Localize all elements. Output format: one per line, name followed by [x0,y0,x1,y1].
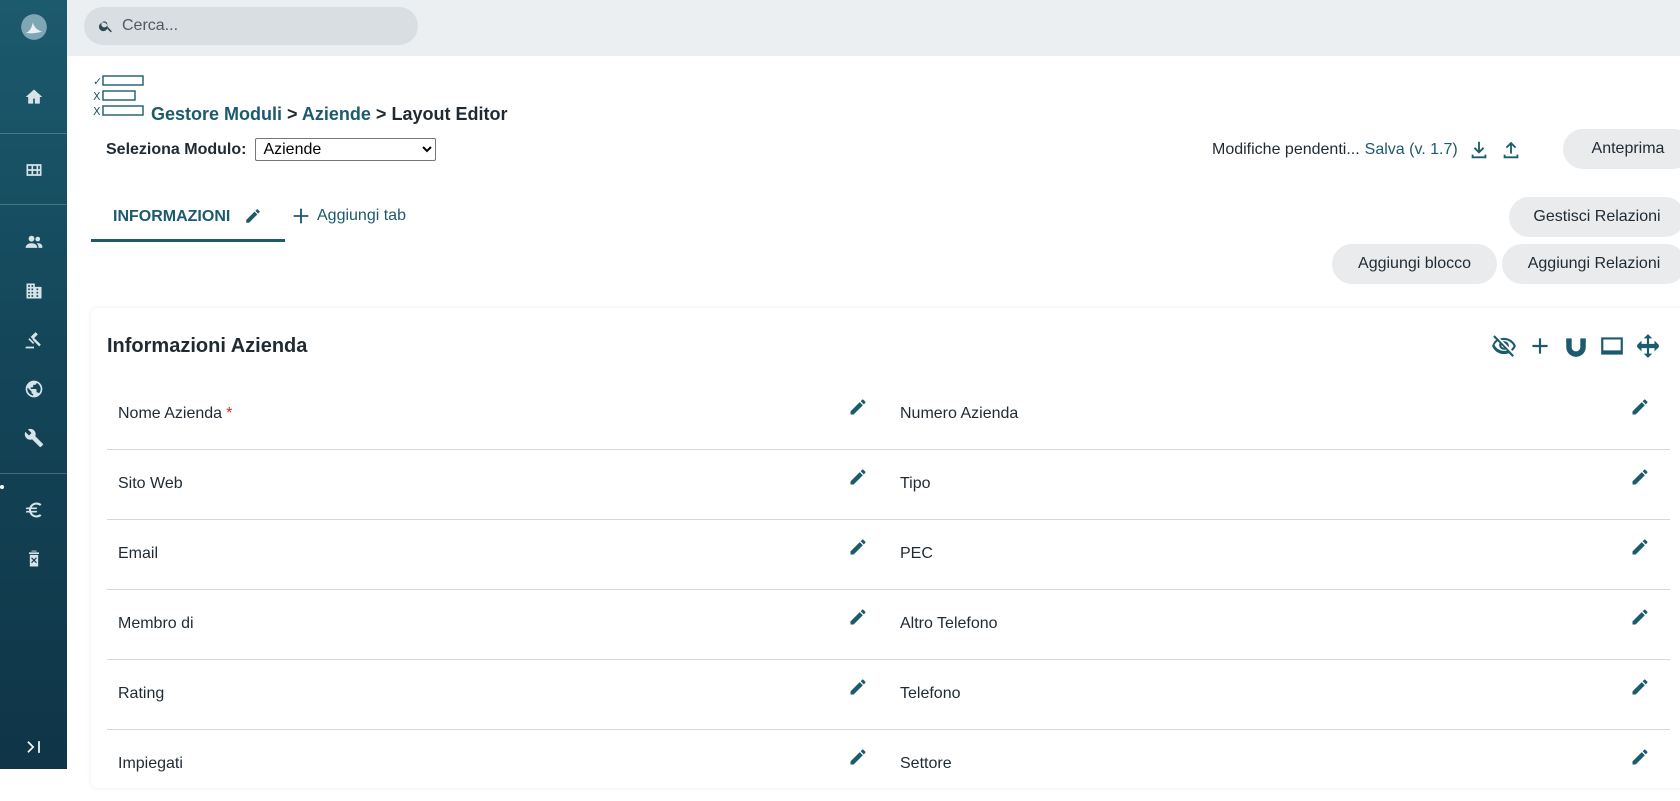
field-tipo[interactable]: Tipo [889,451,1670,521]
edit-icon[interactable] [1630,537,1650,557]
plus-icon [293,208,309,224]
sidebar-divider [0,204,67,205]
edit-icon[interactable] [848,537,868,557]
breadcrumb: Gestore Moduli > Aziende > Layout Editor [151,104,507,125]
magnet-icon[interactable] [1562,332,1590,360]
breadcrumb-current: Layout Editor [391,104,508,124]
gavel-icon[interactable] [0,325,67,355]
move-icon[interactable] [1634,332,1662,360]
field-rating[interactable]: Rating [107,661,889,731]
field-label: Settore [900,755,952,772]
block-title: Informazioni Azienda [107,335,308,357]
edit-icon[interactable] [1630,397,1650,417]
edit-icon[interactable] [848,607,868,627]
edit-tab-icon[interactable] [244,207,262,225]
field-pec[interactable]: PEC [889,521,1670,591]
required-marker: * [226,405,233,422]
add-field-icon[interactable] [1526,332,1554,360]
field-label: Nome Azienda [118,405,223,422]
field-label: Rating [118,685,165,702]
globe-icon[interactable] [0,374,67,404]
people-icon[interactable] [0,227,67,257]
upload-icon[interactable] [1500,139,1522,161]
svg-text:X: X [93,90,101,103]
module-layout-icon: ✓ X X [93,74,147,120]
pending-text: Modifiche pendenti... [1212,141,1360,158]
home-icon[interactable] [0,82,67,112]
svg-text:X: X [93,105,101,118]
svg-text:✓: ✓ [93,75,102,88]
field-telefono[interactable]: Telefono [889,661,1670,731]
row-divider [107,449,1670,450]
add-relations-button[interactable]: Aggiungi Relazioni [1502,244,1680,284]
hide-block-icon[interactable] [1490,332,1518,360]
field-label: Telefono [900,685,961,702]
edit-icon[interactable] [1630,607,1650,627]
module-select[interactable]: Aziende [255,138,437,161]
download-icon[interactable] [1468,139,1490,161]
edit-icon[interactable] [848,747,868,767]
field-sito-web[interactable]: Sito Web [107,451,889,521]
trash-icon[interactable] [0,544,67,574]
breadcrumb-aziende[interactable]: Aziende [302,104,371,124]
field-label: Tipo [900,475,931,492]
row-divider [107,519,1670,520]
edit-icon[interactable] [1630,677,1650,697]
field-membro-di[interactable]: Membro di [107,591,889,661]
field-altro-telefono[interactable]: Altro Telefono [889,591,1670,661]
app-logo-icon[interactable] [0,10,67,44]
edit-icon[interactable] [848,397,868,417]
manage-relations-button[interactable]: Gestisci Relazioni [1509,197,1680,237]
field-label: Numero Azienda [900,405,1019,422]
row-divider [107,589,1670,590]
add-tab-label: Aggiungi tab [317,207,406,224]
sidebar-divider [0,133,67,134]
layout-icon[interactable] [1598,332,1626,360]
building-icon[interactable] [0,276,67,306]
edit-icon[interactable] [1630,467,1650,487]
row-divider [107,729,1670,730]
module-select-row: Seleziona Modulo: Aziende [106,138,437,161]
active-indicator [0,485,4,489]
collapse-right-icon[interactable] [0,732,67,762]
field-numero-azienda[interactable]: Numero Azienda [889,381,1670,451]
edit-icon[interactable] [848,677,868,697]
add-tab-button[interactable]: Aggiungi tab [290,205,406,227]
field-settore[interactable]: Settore [889,731,1670,801]
field-email[interactable]: Email [107,521,889,591]
field-label: PEC [900,545,933,562]
preview-button[interactable]: Anteprima [1563,129,1680,169]
euro-icon[interactable] [0,495,67,525]
field-impiegati[interactable]: Impiegati [107,731,889,801]
search-icon [98,21,112,33]
sidebar-divider [0,473,67,474]
top-bar [67,0,1680,56]
field-label: Altro Telefono [900,615,998,632]
search-input[interactable] [122,17,402,35]
tab-informazioni[interactable]: INFORMAZIONI [91,200,285,242]
grid-icon[interactable] [0,155,67,185]
field-nome-azienda[interactable]: Nome Azienda * [107,381,889,451]
edit-icon[interactable] [848,467,868,487]
add-block-button[interactable]: Aggiungi blocco [1332,244,1497,284]
field-label: Email [118,545,159,562]
save-link[interactable]: Salva (v. 1.7) [1365,141,1458,159]
row-divider [107,659,1670,660]
sidebar [0,0,67,769]
field-label: Impiegati [118,755,183,772]
field-label: Membro di [118,615,194,632]
wrench-icon[interactable] [0,423,67,453]
pending-changes: Modifiche pendenti... Salva (v. 1.7) [1212,139,1522,161]
breadcrumb-gestore-moduli[interactable]: Gestore Moduli [151,104,282,124]
block-toolbar [1490,332,1670,360]
field-label: Sito Web [118,475,183,492]
tab-label: INFORMAZIONI [113,208,231,225]
search-box[interactable] [84,7,418,45]
edit-icon[interactable] [1630,747,1650,767]
breadcrumb-separator: > [375,104,387,124]
module-select-label: Seleziona Modulo: [106,140,247,158]
breadcrumb-separator: > [287,104,298,124]
